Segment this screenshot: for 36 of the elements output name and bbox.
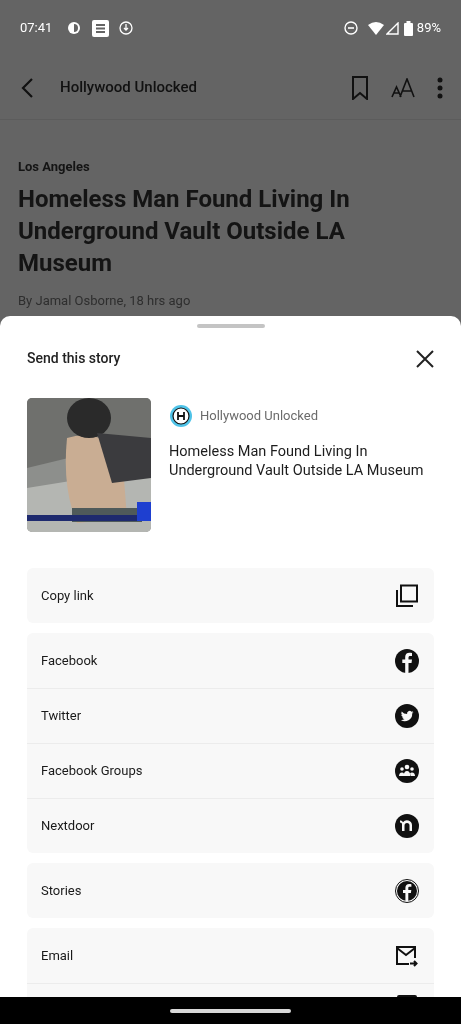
drag-handle[interactable] xyxy=(196,324,265,328)
bird-circle-icon xyxy=(395,704,419,728)
mail-send-icon xyxy=(395,943,419,968)
letter-f-circle-icon xyxy=(395,648,419,673)
signal-icon xyxy=(385,21,399,35)
share-option[interactable]: Email xyxy=(27,928,434,983)
share-option[interactable]: Copy link xyxy=(27,568,434,623)
people-circle-icon xyxy=(395,759,419,783)
share-option[interactable]: Facebook Groups xyxy=(27,743,434,798)
battery-icon xyxy=(403,20,413,36)
share-option[interactable]: Twitter xyxy=(27,688,434,743)
preview-headline: Homeless Man Found Living In Underground Vault Outside LA Museum xyxy=(169,442,425,480)
sheet-title: Send this story xyxy=(27,349,121,368)
home-indicator[interactable] xyxy=(170,1008,291,1013)
share-option[interactable]: Stories xyxy=(27,863,434,918)
letter-f-ring-icon xyxy=(395,878,419,903)
share-option[interactable]: Nextdoor xyxy=(27,798,434,853)
app-notification-icon xyxy=(92,19,110,37)
bookmark-icon[interactable] xyxy=(351,75,369,100)
download-circle-icon xyxy=(119,21,134,35)
battery-percentage: 89% xyxy=(416,19,441,38)
section-label: Los Angeles xyxy=(18,158,91,176)
copy-icon xyxy=(395,583,419,608)
brightness-icon xyxy=(66,20,83,36)
publisher-name: Hollywood Unlocked xyxy=(200,407,318,426)
publisher-logo-icon xyxy=(169,404,193,428)
app-bar-title: Hollywood Unlocked xyxy=(60,77,197,99)
article-headline: Homeless Man Found Living In Underground Vault Outside LA Museum xyxy=(18,183,351,279)
text-size-icon[interactable] xyxy=(391,77,415,98)
letter-n-circle-icon xyxy=(395,814,419,838)
do-not-disturb-icon xyxy=(343,21,358,35)
more-options-icon[interactable] xyxy=(437,76,443,99)
status-time: 07:41 xyxy=(20,19,53,38)
close-icon[interactable] xyxy=(416,349,434,368)
share-option[interactable]: Facebook xyxy=(27,633,434,688)
wifi-icon xyxy=(367,21,384,35)
